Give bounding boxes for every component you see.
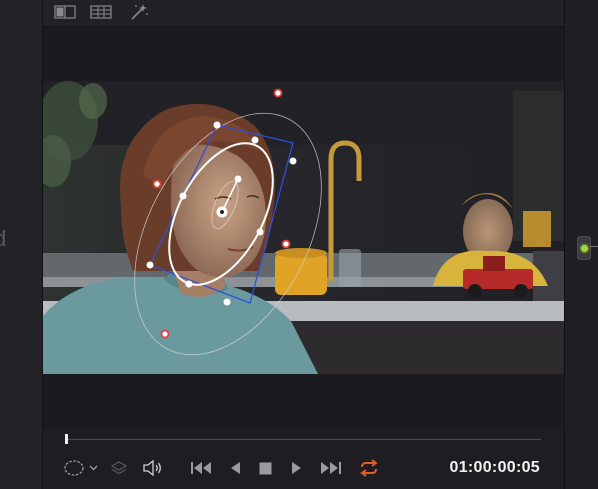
jump-to-end-button[interactable] xyxy=(319,459,343,477)
stop-icon xyxy=(259,462,271,474)
jump-to-start-button[interactable] xyxy=(189,459,213,477)
video-frame[interactable] xyxy=(43,81,564,374)
layers-icon xyxy=(110,461,128,475)
node-output-port[interactable] xyxy=(577,236,591,260)
magic-mask-button[interactable] xyxy=(127,4,151,20)
playhead[interactable] xyxy=(65,434,68,444)
transport-bar: 01:00:00:05 xyxy=(43,427,564,489)
magic-wand-icon xyxy=(131,4,148,20)
node-connection-line xyxy=(590,246,598,247)
loop-icon xyxy=(360,459,378,477)
node-editor-panel xyxy=(564,0,598,489)
window-shape-button[interactable] xyxy=(63,459,101,477)
play-button[interactable] xyxy=(289,459,305,477)
reverse-play-icon xyxy=(231,462,240,474)
video-frame-image xyxy=(43,81,564,374)
status-dot xyxy=(580,244,588,252)
speaker-icon xyxy=(143,460,161,476)
layers-button[interactable] xyxy=(109,459,129,477)
window-shape-icon xyxy=(64,460,98,476)
viewer-area xyxy=(43,27,564,427)
volume-button[interactable] xyxy=(141,459,163,477)
grid-layout-button[interactable] xyxy=(89,4,113,20)
grid-layout-icon xyxy=(90,5,112,19)
reverse-play-button[interactable] xyxy=(227,459,243,477)
viewer-toolbar xyxy=(43,0,564,27)
scrubber-track[interactable] xyxy=(65,439,541,440)
dual-viewer-icon xyxy=(54,5,76,19)
loop-button[interactable] xyxy=(357,459,381,477)
jump-to-start-icon xyxy=(191,462,211,474)
timecode-display: 01:00:00:05 xyxy=(449,459,540,476)
left-panel: d xyxy=(0,0,43,489)
panel-label-fragment: d xyxy=(0,226,7,251)
stop-button[interactable] xyxy=(257,459,273,477)
jump-to-end-icon xyxy=(321,462,341,474)
play-icon xyxy=(292,462,301,474)
dual-viewer-button[interactable] xyxy=(53,4,77,20)
